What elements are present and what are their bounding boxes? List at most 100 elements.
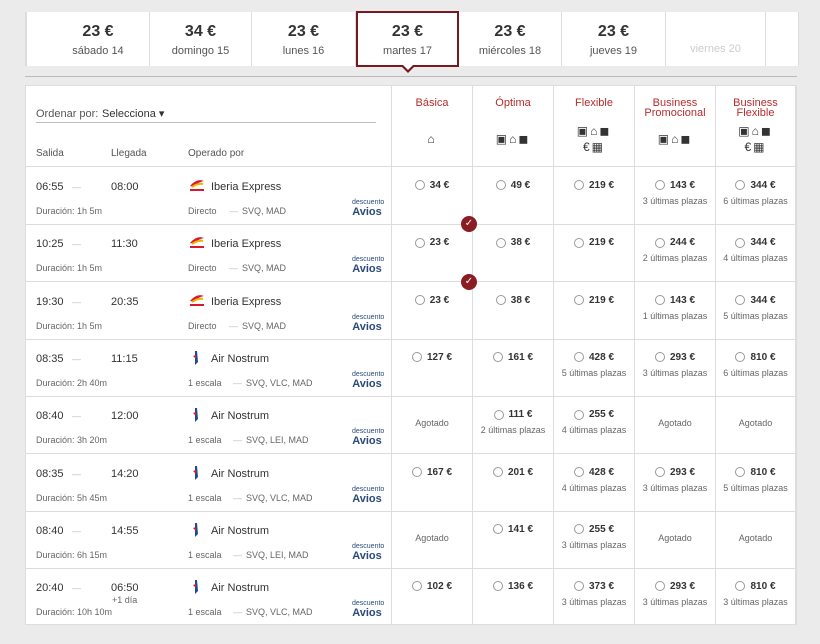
date-tab-3[interactable]: 23 € martes 17 — [356, 11, 459, 73]
fare-option[interactable]: 34 € — [392, 180, 472, 191]
fare-radio[interactable] — [414, 294, 425, 305]
fare-option[interactable]: 344 € — [716, 295, 795, 306]
fare-cell[interactable]: 127 € — [392, 338, 473, 396]
fare-option[interactable]: 428 € — [554, 467, 634, 478]
fare-cell[interactable]: 23 € — [392, 281, 473, 339]
fare-option[interactable]: 344 € — [716, 180, 795, 191]
fare-cell[interactable]: 38 € — [473, 224, 554, 282]
fare-option[interactable]: 136 € — [473, 581, 553, 592]
fare-cell[interactable]: 111 € 2 últimas plazas — [473, 396, 554, 454]
fare-radio[interactable] — [495, 180, 506, 191]
fare-cell[interactable]: 428 € 4 últimas plazas — [554, 453, 635, 511]
col-header-llegada[interactable]: Llegada — [111, 148, 147, 159]
fare-radio[interactable] — [492, 352, 503, 363]
fare-radio[interactable] — [573, 409, 584, 420]
fare-radio[interactable] — [414, 237, 425, 248]
fare-cell[interactable]: 219 € — [554, 167, 635, 224]
fare-radio[interactable] — [654, 581, 665, 592]
fare-option[interactable]: 219 € — [554, 237, 634, 248]
fare-cell[interactable]: 201 € — [473, 453, 554, 511]
fare-radio[interactable] — [411, 352, 422, 363]
fare-option[interactable]: 141 € — [473, 524, 553, 535]
date-tab-1[interactable]: 34 € domingo 15 — [150, 12, 252, 66]
fare-radio[interactable] — [573, 352, 584, 363]
fare-radio[interactable] — [493, 409, 504, 420]
fare-cell[interactable]: 136 € — [473, 568, 554, 626]
fare-radio[interactable] — [492, 524, 503, 535]
fare-cell[interactable]: 244 € 2 últimas plazas — [635, 224, 716, 282]
fare-radio[interactable] — [495, 294, 506, 305]
fare-radio[interactable] — [735, 294, 746, 305]
fare-cell[interactable]: 143 € 1 últimas plazas — [635, 281, 716, 339]
fare-cell[interactable]: 810 € 3 últimas plazas — [716, 568, 796, 626]
fare-radio[interactable] — [495, 237, 506, 248]
col-header-salida[interactable]: Salida — [36, 148, 64, 159]
fare-option[interactable]: 143 € — [635, 180, 715, 191]
fare-cell[interactable]: 344 € 4 últimas plazas — [716, 224, 796, 282]
fare-option[interactable]: 111 € — [473, 409, 553, 420]
fare-cell[interactable]: 344 € 6 últimas plazas — [716, 167, 796, 224]
fare-option[interactable]: 293 € — [635, 352, 715, 363]
fare-radio[interactable] — [492, 581, 503, 592]
fare-radio[interactable] — [573, 581, 584, 592]
fare-option[interactable]: 23 € — [392, 237, 472, 248]
date-tab-5[interactable]: 23 € jueves 19 — [562, 12, 666, 66]
fare-cell[interactable]: 143 € 3 últimas plazas — [635, 167, 716, 224]
fare-option[interactable]: 167 € — [392, 467, 472, 478]
fare-option[interactable]: 293 € — [635, 581, 715, 592]
fare-radio[interactable] — [573, 524, 584, 535]
fare-cell[interactable]: 428 € 5 últimas plazas — [554, 338, 635, 396]
fare-radio[interactable] — [735, 237, 746, 248]
fare-radio[interactable] — [654, 352, 665, 363]
fare-option[interactable]: 428 € — [554, 352, 634, 363]
fare-option[interactable]: 38 € — [473, 295, 553, 306]
fare-option[interactable]: 373 € — [554, 581, 634, 592]
fare-radio[interactable] — [573, 294, 584, 305]
fare-radio[interactable] — [411, 581, 422, 592]
fare-radio[interactable] — [414, 180, 425, 191]
fare-cell[interactable]: 161 € — [473, 338, 554, 396]
fare-option[interactable]: 255 € — [554, 524, 634, 535]
fare-radio[interactable] — [735, 581, 746, 592]
fare-cell[interactable]: 373 € 3 últimas plazas — [554, 568, 635, 626]
fare-option[interactable]: 127 € — [392, 352, 472, 363]
fare-option[interactable]: 219 € — [554, 180, 634, 191]
fare-cell[interactable]: 167 € — [392, 453, 473, 511]
fare-radio[interactable] — [654, 180, 665, 191]
fare-cell[interactable]: 219 € — [554, 281, 635, 339]
fare-option[interactable]: 244 € — [635, 237, 715, 248]
fare-cell[interactable]: 344 € 5 últimas plazas — [716, 281, 796, 339]
fare-option[interactable]: 161 € — [473, 352, 553, 363]
date-tab-4[interactable]: 23 € miércoles 18 — [459, 12, 562, 66]
fare-cell[interactable]: 23 € — [392, 224, 473, 282]
fare-radio[interactable] — [573, 180, 584, 191]
fare-radio[interactable] — [654, 466, 665, 477]
fare-cell[interactable]: 293 € 3 últimas plazas — [635, 338, 716, 396]
fare-radio[interactable] — [573, 237, 584, 248]
fare-cell[interactable]: 49 € — [473, 167, 554, 224]
sort-dropdown[interactable]: Selecciona ▾ — [102, 107, 164, 120]
fare-option[interactable]: 143 € — [635, 295, 715, 306]
fare-option[interactable]: 38 € — [473, 237, 553, 248]
fare-radio[interactable] — [735, 180, 746, 191]
fare-option[interactable]: 344 € — [716, 237, 795, 248]
fare-radio[interactable] — [735, 352, 746, 363]
fare-option[interactable]: 49 € — [473, 180, 553, 191]
fare-radio[interactable] — [492, 466, 503, 477]
date-tab-0[interactable]: 23 € sábado 14 — [26, 12, 150, 66]
fare-cell[interactable]: 810 € 6 últimas plazas — [716, 338, 796, 396]
fare-option[interactable]: 810 € — [716, 352, 795, 363]
fare-cell[interactable]: 34 € — [392, 167, 473, 224]
fare-option[interactable]: 810 € — [716, 581, 795, 592]
fare-cell[interactable]: 293 € 3 últimas plazas — [635, 453, 716, 511]
fare-cell[interactable]: 219 € — [554, 224, 635, 282]
fare-radio[interactable] — [411, 466, 422, 477]
date-tab-2[interactable]: 23 € lunes 16 — [252, 12, 356, 66]
fare-option[interactable]: 201 € — [473, 467, 553, 478]
fare-cell[interactable]: 255 € 4 últimas plazas — [554, 396, 635, 454]
fare-radio[interactable] — [654, 294, 665, 305]
fare-option[interactable]: 293 € — [635, 467, 715, 478]
fare-option[interactable]: 102 € — [392, 581, 472, 592]
fare-cell[interactable]: 255 € 3 últimas plazas — [554, 510, 635, 568]
fare-option[interactable]: 255 € — [554, 409, 634, 420]
